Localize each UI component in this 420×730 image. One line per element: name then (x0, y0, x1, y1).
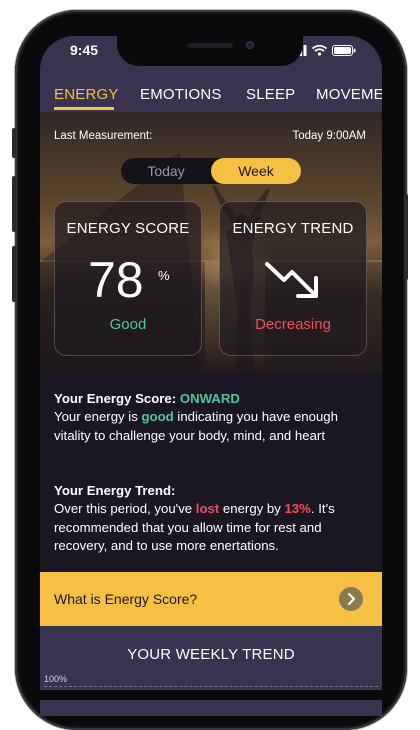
tab-sleep[interactable]: SLEEP (246, 86, 295, 103)
weekly-trend-title: YOUR WEEKLY TREND (127, 646, 295, 663)
energy-score-info-label: What is Energy Score? (54, 591, 198, 607)
status-time: 9:45 (70, 42, 99, 58)
trend-heading: Your Energy Trend: (54, 483, 176, 498)
tab-movement[interactable]: MOVEME (316, 86, 382, 103)
toggle-week[interactable]: Week (211, 158, 301, 184)
energy-trend-card[interactable]: ENERGY TREND Decreasing (219, 201, 367, 356)
trend-percent: 13% (284, 501, 311, 517)
tab-energy[interactable]: ENERGY (54, 86, 119, 103)
phone-bezel-bottom (34, 690, 386, 700)
trend-body-start: Over this period, you've (54, 501, 193, 517)
toggle-today[interactable]: Today (121, 158, 211, 184)
energy-trend-status: Decreasing (255, 316, 331, 333)
battery-icon (332, 45, 356, 56)
category-tabs: ENERGY EMOTIONS SLEEP MOVEME (40, 72, 382, 112)
score-highlight: good (141, 409, 174, 425)
score-tag: ONWARD (179, 391, 240, 406)
energy-score-explanation: Your Energy Score: ONWARD Your energy is… (54, 390, 370, 445)
energy-score-value: 78 (88, 252, 144, 308)
energy-trend-explanation: Your Energy Trend: Over this period, you… (54, 482, 370, 556)
energy-score-status: Good (109, 316, 147, 333)
phone-notch (117, 36, 303, 66)
weekly-trend-section: YOUR WEEKLY TREND 100% (40, 626, 382, 716)
weekly-trend-gridline (44, 686, 378, 687)
energy-hero: Last Measurement: Today 9:00AM Today Wee… (40, 112, 382, 372)
power-button (404, 194, 408, 280)
energy-trend-title: ENERGY TREND (232, 220, 354, 237)
volume-down-button (12, 246, 16, 302)
chevron-right-icon (339, 587, 363, 611)
trend-down-arrow-icon (265, 262, 318, 298)
last-measurement-value: Today 9:00AM (292, 130, 366, 142)
last-measurement-label: Last Measurement: (54, 130, 153, 142)
score-body-start: Your energy is (54, 409, 138, 425)
score-heading: Your Energy Score: (54, 391, 177, 406)
speaker-grille (187, 43, 233, 48)
trend-highlight: lost (195, 501, 220, 517)
energy-details: Your Energy Score: ONWARD Your energy is… (40, 372, 382, 584)
camera-icon (246, 41, 254, 49)
weekly-trend-axis-max: 100% (44, 674, 68, 684)
period-toggle: Today Week (121, 158, 301, 184)
side-button (12, 128, 16, 158)
wifi-icon (312, 45, 327, 56)
tab-emotions[interactable]: EMOTIONS (140, 86, 222, 103)
energy-score-unit: % (158, 268, 170, 283)
trend-body-middle: energy by (222, 501, 281, 517)
energy-score-card[interactable]: ENERGY SCORE 78 % Good (54, 201, 202, 356)
active-tab-indicator (54, 107, 114, 110)
energy-score-info-button[interactable]: What is Energy Score? (40, 572, 382, 626)
app-screen: 9:45 ENERGY EMOTIONS SLEEP MOVEME Last M… (40, 36, 382, 716)
energy-score-title: ENERGY SCORE (66, 220, 190, 237)
volume-up-button (12, 176, 16, 232)
